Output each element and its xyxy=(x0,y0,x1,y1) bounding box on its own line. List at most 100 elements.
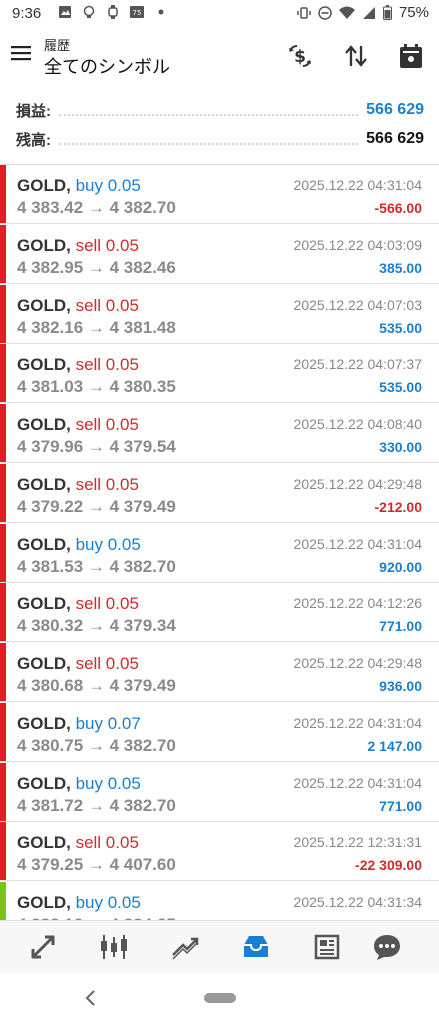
home-pill[interactable] xyxy=(204,993,236,1003)
trade-time: 2025.12.22 04:08:40 xyxy=(293,416,422,432)
trade-direction: sell 0.05 xyxy=(75,833,139,853)
trade-symbol: GOLD, xyxy=(17,893,71,912)
symbol-filter[interactable]: 全てのシンボル xyxy=(44,53,170,79)
balance-row: 残高: 566 629 xyxy=(16,126,424,152)
trade-status-bar xyxy=(0,762,6,821)
bottom-nav xyxy=(0,920,439,974)
history-icon[interactable] xyxy=(240,931,272,963)
trade-row[interactable]: GOLD, sell 0.05 4 380.68 → 4 379.49 2025.1… xyxy=(0,643,439,702)
trade-pnl: 771.00 xyxy=(379,618,422,635)
trade-row[interactable]: GOLD, sell 0.05 4 382.95 → 4 382.46 2025.1… xyxy=(0,224,439,284)
dotted-leader xyxy=(59,134,359,145)
trade-symbol: GOLD, xyxy=(17,773,71,793)
trade-direction: sell 0.05 xyxy=(75,355,139,375)
trade-symbol: GOLD, xyxy=(17,534,71,554)
trade-time: 2025.12.22 12:31:31 xyxy=(293,834,422,851)
trade-status-bar xyxy=(0,344,6,403)
trade-title: GOLD, buy 0.05 xyxy=(17,176,141,196)
wifi-icon xyxy=(338,6,355,19)
dotted-leader xyxy=(59,105,359,116)
trade-time: 2025.12.22 04:31:04 xyxy=(293,177,422,193)
trade-prices: 4 381.03 → 4 380.35 xyxy=(17,377,176,397)
trade-pnl: 535.00 xyxy=(379,379,422,396)
trade-direction: sell 0.05 xyxy=(75,295,139,315)
trade-prices: 4 380.75 → 4 382.70 xyxy=(17,735,176,755)
trade-direction: sell 0.05 xyxy=(75,235,139,255)
trade-status-bar xyxy=(0,702,6,761)
trade-pnl: 385.00 xyxy=(379,259,422,276)
trade-title: GOLD, sell 0.05 xyxy=(17,654,139,674)
lightbulb-icon xyxy=(83,5,95,18)
trade-row[interactable]: GOLD, buy 0.05 4 381.72 → 4 382.70 2025.12… xyxy=(0,762,439,822)
trade-status-bar xyxy=(0,822,6,881)
svg-text:75: 75 xyxy=(133,9,142,17)
profit-row: 損益: 566 629 xyxy=(16,97,424,123)
trade-time: 2025.12.22 04:29:48 xyxy=(293,655,422,671)
trade-symbol: GOLD, xyxy=(17,474,71,494)
profit-label: 損益: xyxy=(16,102,51,120)
trade-title: GOLD, sell 0.05 xyxy=(17,833,139,853)
page-title: 履歴 xyxy=(44,38,71,53)
trade-time: 2025.12.22 04:12:26 xyxy=(293,595,422,612)
trade-row[interactable]: GOLD, buy 0.054 383.12 → 4 384.652025.12… xyxy=(0,882,439,920)
svg-text:$: $ xyxy=(294,47,306,67)
app-header: 履歴 全てのシンボル $ xyxy=(0,28,439,86)
trade-row[interactable]: GOLD, buy 0.05 4 383.42 → 4 382.70 2025.12… xyxy=(0,165,439,224)
trade-title: GOLD, buy 0.05 xyxy=(17,893,141,913)
trade-pnl: 920.00 xyxy=(379,558,422,575)
trade-time: 2025.12.22 04:29:48 xyxy=(293,475,422,492)
trade-title: GOLD, sell 0.05 xyxy=(17,594,139,614)
trade-prices: 4 380.32 → 4 379.34 xyxy=(17,616,176,636)
trade-pnl: 2 147.00 xyxy=(367,737,423,754)
trade-status-bar xyxy=(0,523,6,582)
trade-pnl: 936.00 xyxy=(379,678,422,694)
trade-list[interactable]: GOLD, buy 0.05 4 383.42 → 4 382.70 2025.12… xyxy=(0,165,439,920)
trade-prices: 4 382.16 → 4 381.48 xyxy=(17,317,176,337)
trade-prices: 4 382.95 → 4 382.46 xyxy=(17,257,176,277)
chat-icon[interactable] xyxy=(371,931,403,963)
trade-title: GOLD, buy 0.05 xyxy=(17,535,141,555)
trade-status-bar xyxy=(0,882,6,920)
trade-prices: 4 383.42 → 4 382.70 xyxy=(17,198,176,217)
trade-status-bar xyxy=(0,583,6,642)
trade-pnl: 771.00 xyxy=(379,797,422,814)
trade-row[interactable]: GOLD, sell 0.05 4 380.32 → 4 379.34 2025.1… xyxy=(0,583,439,643)
calendar-icon[interactable] xyxy=(397,42,425,70)
trade-row[interactable]: GOLD, sell 0.05 4 379.96 → 4 379.54 2025.1… xyxy=(0,404,439,463)
trade-pnl: 535.00 xyxy=(379,319,422,336)
status-bar: 9:36 75 75% xyxy=(0,0,439,28)
trade-pnl: -22 309.00 xyxy=(355,857,422,874)
watch-icon xyxy=(108,5,118,19)
trade-title: GOLD, buy 0.07 xyxy=(17,714,141,734)
menu-icon[interactable] xyxy=(11,45,31,61)
news-icon[interactable] xyxy=(311,931,343,963)
trade-symbol: GOLD, xyxy=(17,355,71,375)
back-icon[interactable] xyxy=(82,988,100,1008)
badge-75-icon: 75 xyxy=(130,6,144,18)
chart-icon[interactable] xyxy=(98,931,130,963)
trade-direction: buy 0.05 xyxy=(75,893,141,912)
trade-row[interactable]: GOLD, buy 0.07 4 380.75 → 4 382.70 2025.12… xyxy=(0,702,439,762)
vibrate-icon xyxy=(297,6,311,19)
trade-row[interactable]: GOLD, sell 0.05 4 382.16 → 4 381.48 2025.1… xyxy=(0,284,439,344)
trade-row[interactable]: GOLD, sell 0.05 4 381.03 → 4 380.35 2025.1… xyxy=(0,344,439,404)
trade-status-bar xyxy=(0,165,6,223)
status-left-icons: 75 xyxy=(58,5,168,19)
trade-status-bar xyxy=(0,463,6,522)
trade-direction: buy 0.07 xyxy=(75,713,141,733)
currency-swap-icon[interactable]: $ xyxy=(286,42,314,70)
trade-row[interactable]: GOLD, sell 0.05 4 379.22 → 4 379.49 2025.1… xyxy=(0,463,439,523)
trade-symbol: GOLD, xyxy=(17,415,71,434)
trade-time: 2025.12.22 04:07:03 xyxy=(293,296,422,313)
trade-direction: sell 0.05 xyxy=(75,654,139,673)
trade-icon[interactable] xyxy=(169,931,201,963)
sort-icon[interactable] xyxy=(342,42,370,70)
trade-row[interactable]: GOLD, sell 0.05 4 379.25 → 4 407.60 2025.1… xyxy=(0,822,439,882)
balance-label: 残高: xyxy=(16,131,51,149)
quotes-icon[interactable] xyxy=(27,931,59,963)
image-icon xyxy=(59,6,71,18)
trade-row[interactable]: GOLD, buy 0.05 4 381.53 → 4 382.70 2025.12… xyxy=(0,523,439,583)
trade-symbol: GOLD, xyxy=(17,654,71,673)
trade-title: GOLD, sell 0.05 xyxy=(17,355,139,375)
battery-icon xyxy=(382,5,392,20)
